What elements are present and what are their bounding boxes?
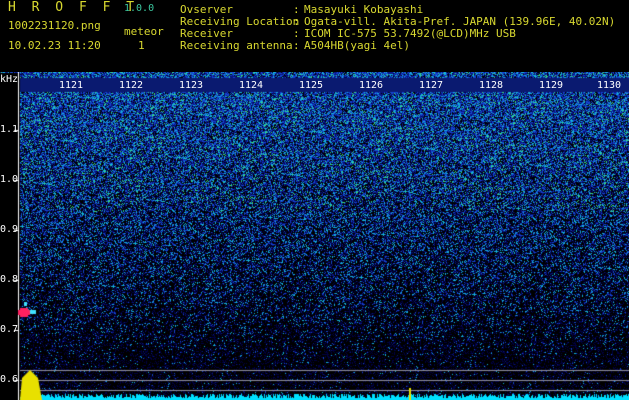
time-tick: 1123 [178,80,205,91]
time-tick: 1126 [358,80,385,91]
y-tick-1-1: 1.1 [0,124,19,135]
time-tick: 1129 [538,80,565,91]
time-tick: 1130 [596,80,623,91]
datetime: 10.02.23 11:20 [8,39,101,52]
spectrogram [0,72,629,400]
antenna-label: Receiving antenna [180,39,293,52]
time-tick: 1121 [58,80,85,91]
time-tick: 1127 [418,80,445,91]
meteor-label: meteor [124,25,164,38]
time-tick: 1128 [478,80,505,91]
y-axis-unit: kHz [0,74,19,85]
y-tick-0-9: 0.9 [0,224,19,235]
y-tick-0-7: 0.7 [0,324,19,335]
antenna-colon: : [293,39,300,52]
file-name: 1002231120.png [8,19,101,32]
y-tick-0-6: 0.6 [0,374,19,385]
time-tick: 1125 [298,80,325,91]
y-tick-0-8: 0.8 [0,274,19,285]
y-tick-1-0: 1.0 [0,174,19,185]
time-tick: 1122 [118,80,145,91]
app-title: H R O F F T [8,0,139,15]
time-tick: 1124 [238,80,265,91]
meteor-count: 1 [138,39,145,52]
antenna-value: A504HB(yagi 4el) [304,39,410,52]
app-version: 1.0.0 [124,3,155,14]
